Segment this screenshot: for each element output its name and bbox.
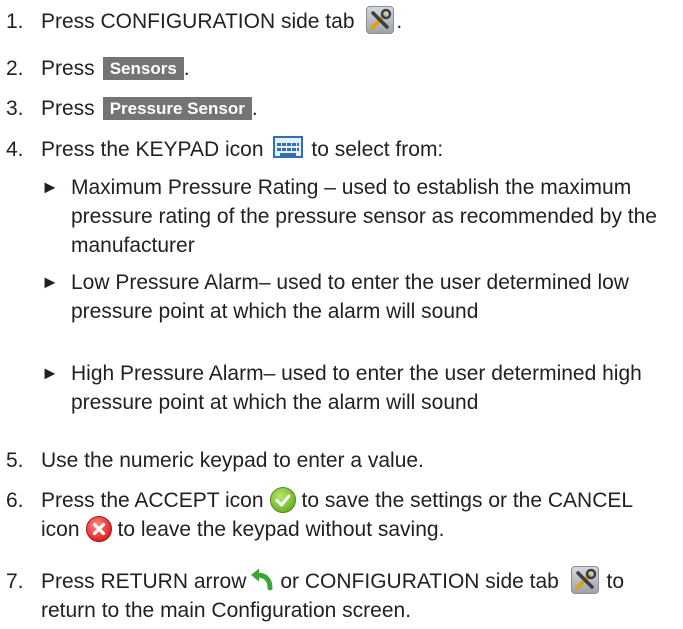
step-text-cont: to leave the keypad without saving.	[117, 518, 445, 541]
step-number: 7.	[6, 570, 24, 593]
step-text: icon	[41, 518, 80, 541]
bullet-line: manufacturer	[71, 234, 195, 257]
step-number: 3.	[6, 97, 24, 120]
return-arrow-icon	[248, 566, 276, 594]
step-line-2: return to the main Configuration screen.	[41, 599, 412, 622]
step-3: 3. Press Pressure Sensor.	[6, 94, 683, 123]
step-number: 2.	[6, 57, 24, 80]
configuration-tools-icon	[570, 566, 599, 594]
step-text: Press RETURN arrow	[41, 570, 247, 593]
step-text-cont: or CONFIGURATION side tab	[280, 570, 559, 593]
step-punct: .	[396, 10, 403, 33]
bullet-max-pressure: ► Maximum Pressure Rating – used to esta…	[41, 173, 683, 260]
bullet-line: pressure rating of the pressure sensor a…	[71, 205, 657, 228]
cancel-x-icon	[85, 516, 112, 542]
step-4: 4. Press the KEYPAD icon to select from:	[6, 135, 683, 164]
step-7: 7. Press RETURN arrow or CONFIGURATION si…	[6, 566, 683, 625]
step-text: Press	[41, 97, 95, 120]
bullet-line: pressure point at which the alarm will s…	[71, 300, 479, 323]
step-punct: .	[183, 57, 190, 80]
step-text: Press CONFIGURATION side tab	[41, 10, 355, 33]
step-5: 5. Use the numeric keypad to enter a valu…	[6, 446, 683, 475]
step-text-cont: to select from:	[311, 138, 444, 161]
step-line-2: icon to leave the keypad without saving.	[6, 515, 683, 544]
step-text: Use the numeric keypad to enter a value.	[41, 449, 424, 472]
bullet-low-pressure: ► Low Pressure Alarm– used to enter the …	[41, 268, 683, 326]
step-6: 6. Press the ACCEPT icon to save the sett…	[6, 486, 683, 544]
accept-check-icon	[269, 487, 296, 513]
bullet-marker: ►	[41, 272, 59, 292]
step-text: Press	[41, 57, 95, 80]
keypad-icon	[273, 136, 304, 158]
step-text: Press the ACCEPT icon	[41, 489, 264, 512]
bullet-marker: ►	[41, 177, 59, 197]
step-number: 6.	[6, 489, 24, 512]
step-number: 5.	[6, 449, 24, 472]
step-text: Press the KEYPAD icon	[41, 138, 264, 161]
step-number: 1.	[6, 10, 24, 33]
bullet-line: Low Pressure Alarm– used to enter the us…	[71, 271, 629, 294]
step-text-cont: to	[606, 570, 625, 593]
bullet-line: High Pressure Alarm– used to enter the u…	[71, 362, 642, 385]
bullet-marker: ►	[41, 363, 59, 383]
bullet-line: pressure point at which the alarm will s…	[71, 391, 479, 414]
sensors-button[interactable]: Sensors	[102, 57, 184, 80]
step-1: 1. Press CONFIGURATION side tab .	[6, 6, 683, 36]
bullet-high-pressure: ► High Pressure Alarm– used to enter the…	[41, 359, 683, 417]
step-punct: .	[251, 97, 258, 120]
bullet-line: Maximum Pressure Rating – used to establ…	[71, 176, 632, 199]
instructions-document: 1. Press CONFIGURATION side tab . 2. Press…	[0, 0, 683, 629]
step-text-cont: to save the settings or the CANCEL	[301, 489, 634, 512]
step-2: 2. Press Sensors.	[6, 54, 683, 83]
pressure-sensor-button[interactable]: Pressure Sensor	[102, 97, 252, 120]
configuration-tools-icon	[366, 6, 395, 34]
step-number: 4.	[6, 138, 24, 161]
